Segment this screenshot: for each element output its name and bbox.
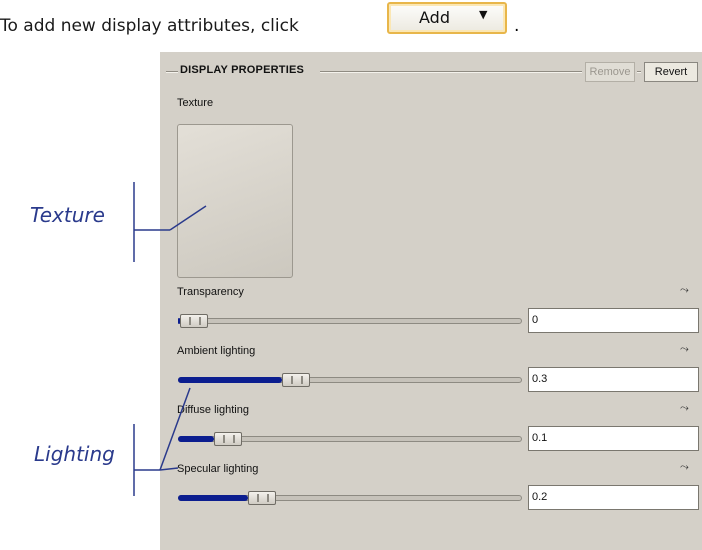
lighting-pointer-ambient: [159, 387, 191, 471]
callout-lines: [133, 182, 207, 496]
lighting-pointer-specular: [159, 467, 179, 471]
texture-pointer-line: [169, 205, 207, 231]
